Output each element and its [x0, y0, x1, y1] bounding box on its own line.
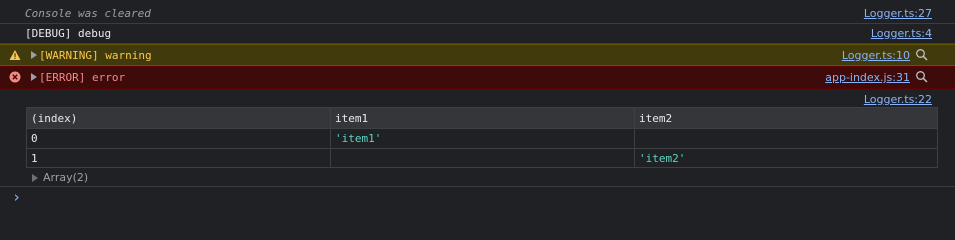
error-source-link[interactable]: app-index.js:31	[825, 71, 910, 84]
search-icon[interactable]	[915, 70, 929, 84]
console-message-cleared: Console was cleared Logger.ts:27	[0, 3, 955, 24]
debug-source-link[interactable]: Logger.ts:4	[871, 27, 932, 40]
error-circle-icon	[9, 71, 21, 83]
table-cell-item2	[634, 128, 938, 149]
error-message-text: [ERROR] error	[39, 71, 126, 84]
expand-warning-toggle[interactable]	[31, 51, 37, 59]
table-cell-item1: 'item1'	[330, 128, 635, 149]
warning-message-text: [WARNING] warning	[39, 49, 152, 62]
console-message-debug: [DEBUG] debug Logger.ts:4	[0, 24, 955, 44]
table-cell-item1	[330, 148, 635, 168]
console-prompt[interactable]: ›	[0, 187, 955, 214]
expand-array-toggle[interactable]	[32, 174, 38, 182]
column-header-item2[interactable]: item2	[634, 107, 938, 129]
warning-triangle-icon	[9, 50, 21, 60]
table-cell-index: 1	[26, 148, 331, 168]
table-row: 0 'item1'	[26, 128, 938, 149]
column-header-item1[interactable]: item1	[330, 107, 635, 129]
prompt-chevron-icon: ›	[12, 188, 22, 206]
table-source-link[interactable]: Logger.ts:22	[864, 93, 932, 106]
table-row: 1 'item2'	[26, 148, 938, 168]
debug-message-text: [DEBUG] debug	[25, 27, 112, 40]
column-header-index[interactable]: (index)	[26, 107, 331, 129]
console-table: (index) item1 item2 0 'item1' 1 'item2'	[26, 107, 938, 168]
warning-source-link[interactable]: Logger.ts:10	[842, 49, 910, 62]
table-cell-item2: 'item2'	[634, 148, 938, 168]
cleared-source-link[interactable]: Logger.ts:27	[864, 7, 932, 20]
console-message-error: [ERROR] error app-index.js:31	[0, 66, 955, 89]
array-summary[interactable]: Array(2)	[43, 171, 88, 184]
table-cell-index: 0	[26, 128, 331, 149]
search-icon[interactable]	[915, 48, 929, 62]
table-header-row: (index) item1 item2	[26, 107, 938, 129]
expand-error-toggle[interactable]	[31, 73, 37, 81]
cleared-message-text: Console was cleared	[25, 7, 151, 20]
console-message-warning: [WARNING] warning Logger.ts:10	[0, 44, 955, 66]
console-message-table: Logger.ts:22 (index) item1 item2 0 'item…	[0, 89, 955, 187]
